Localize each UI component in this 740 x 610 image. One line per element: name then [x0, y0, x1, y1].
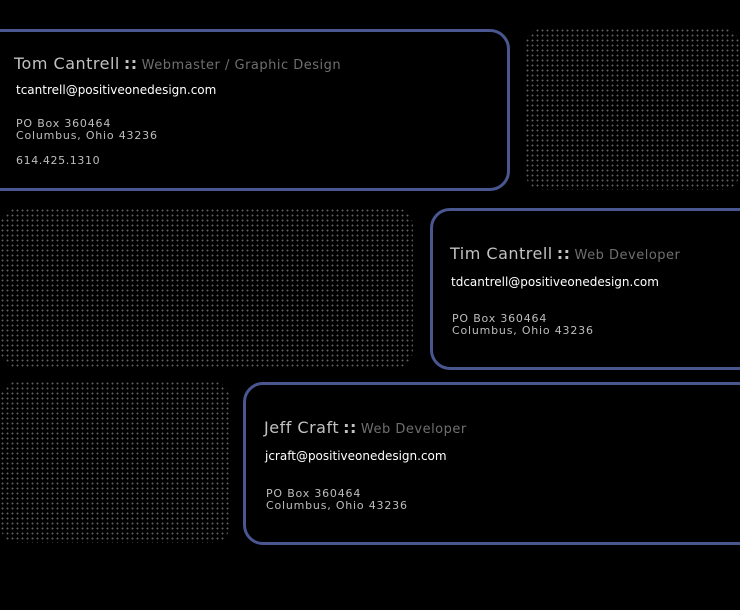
contact-card-jeff-craft: Jeff Craft:: Web Developer jcraft@positiv…	[243, 382, 740, 545]
address-line-2: Columbus, Ohio 43236	[452, 324, 594, 337]
phone-number: 614.425.1310	[16, 154, 101, 167]
contact-role: Web Developer	[574, 248, 681, 263]
email-link[interactable]: tcantrell@positiveonedesign.com	[16, 83, 216, 97]
address-line-2: Columbus, Ohio 43236	[16, 129, 158, 142]
address: PO Box 360464 Columbus, Ohio 43236	[266, 488, 408, 512]
dot-pattern-bottom-left	[0, 381, 230, 543]
email-link[interactable]: jcraft@positiveonedesign.com	[265, 449, 447, 463]
email-link[interactable]: tdcantrell@positiveonedesign.com	[451, 275, 659, 289]
dot-pattern-middle-left	[0, 208, 413, 368]
contact-card-tom-cantrell: Tom Cantrell:: Webmaster / Graphic Design…	[0, 29, 510, 191]
address: PO Box 360464 Columbus, Ohio 43236	[16, 118, 158, 142]
contact-role: Web Developer	[360, 422, 467, 437]
contact-name: Tom Cantrell	[14, 54, 120, 73]
separator: ::	[343, 418, 357, 437]
dot-pattern-top-right	[525, 28, 740, 190]
contact-card-tim-cantrell: Tim Cantrell:: Web Developer tdcantrell@p…	[430, 208, 740, 370]
address: PO Box 360464 Columbus, Ohio 43236	[452, 313, 594, 337]
separator: ::	[556, 244, 571, 263]
card-title: Tim Cantrell:: Web Developer	[450, 244, 680, 263]
address-line-2: Columbus, Ohio 43236	[266, 499, 408, 512]
card-title: Jeff Craft:: Web Developer	[264, 418, 467, 437]
contact-name: Jeff Craft	[264, 418, 340, 437]
contact-name: Tim Cantrell	[450, 244, 553, 263]
card-title: Tom Cantrell:: Webmaster / Graphic Design	[14, 54, 341, 73]
contact-role: Webmaster / Graphic Design	[141, 58, 342, 73]
separator: ::	[123, 54, 138, 73]
